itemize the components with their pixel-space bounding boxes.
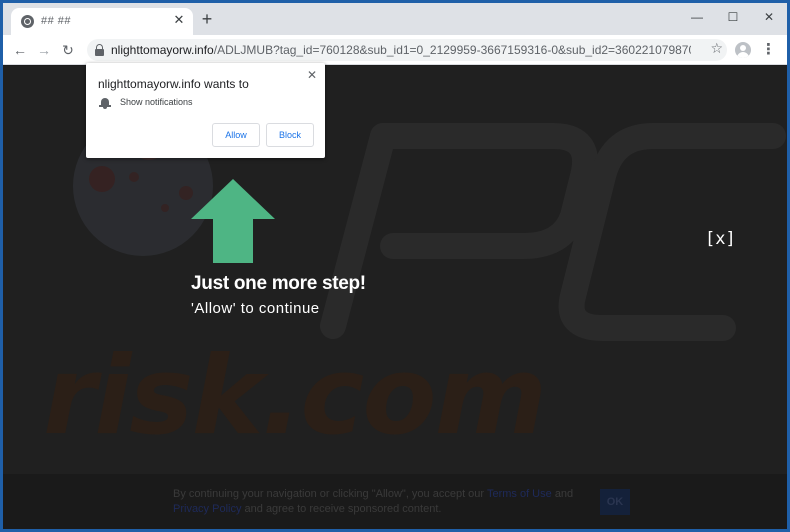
browser-tab[interactable]: ## ## ✕ bbox=[11, 8, 193, 35]
bookmark-star-icon[interactable]: ☆ bbox=[710, 40, 723, 57]
browser-window: ## ## ✕ + — ☐ ✕ ← → ↻ nlighttomayorw.inf… bbox=[3, 3, 787, 529]
watermark-text: risk.com bbox=[43, 334, 547, 459]
consent-footer: By continuing your navigation or clickin… bbox=[3, 474, 787, 529]
bell-icon bbox=[99, 97, 111, 109]
tab-close-icon[interactable]: ✕ bbox=[171, 12, 187, 28]
arrow-up-icon bbox=[191, 179, 275, 263]
popup-close-icon[interactable]: ✕ bbox=[305, 68, 319, 82]
permission-label: Show notifications bbox=[120, 97, 193, 107]
address-bar[interactable]: nlighttomayorw.info/ADLJMUB?tag_id=76012… bbox=[87, 39, 727, 61]
watermark-pc-logo bbox=[320, 123, 786, 341]
subline-text: 'Allow' to continue bbox=[191, 300, 320, 317]
footer-text: By continuing your navigation or clickin… bbox=[173, 487, 583, 517]
browser-toolbar: ← → ↻ nlighttomayorw.info/ADLJMUB?tag_id… bbox=[3, 35, 787, 65]
tab-strip: ## ## ✕ + — ☐ ✕ bbox=[3, 3, 787, 35]
globe-icon bbox=[21, 15, 34, 28]
headline-text: Just one more step! bbox=[191, 273, 366, 294]
url-path: /ADLJMUB?tag_id=760128&sub_id1=0_2129959… bbox=[213, 43, 691, 57]
allow-button[interactable]: Allow bbox=[212, 123, 260, 147]
url-domain: nlighttomayorw.info bbox=[111, 43, 214, 57]
footer-text-1: By continuing your navigation or clickin… bbox=[173, 488, 485, 500]
url-text[interactable]: nlighttomayorw.info/ADLJMUB?tag_id=76012… bbox=[111, 43, 691, 57]
block-button[interactable]: Block bbox=[266, 123, 314, 147]
footer-text-2: and bbox=[554, 488, 574, 500]
reload-button[interactable]: ↻ bbox=[59, 41, 77, 59]
tab-title: ## ## bbox=[41, 15, 72, 27]
notification-permission-popup: nlighttomayorw.info wants to ✕ Show noti… bbox=[86, 63, 325, 158]
close-window-button[interactable]: ✕ bbox=[759, 9, 779, 25]
privacy-link[interactable]: Privacy Policy bbox=[173, 503, 241, 515]
terms-link[interactable]: Terms of Use bbox=[487, 488, 552, 500]
maximize-button[interactable]: ☐ bbox=[723, 9, 743, 25]
footer-text-3: and agree to receive sponsored content. bbox=[244, 503, 442, 515]
profile-avatar-icon[interactable] bbox=[735, 42, 751, 58]
browser-menu-icon[interactable]: ⋮ bbox=[761, 41, 776, 59]
minimize-button[interactable]: — bbox=[687, 9, 707, 25]
lock-icon[interactable] bbox=[95, 44, 104, 56]
footer-ok-button[interactable]: OK bbox=[600, 489, 630, 515]
back-button[interactable]: ← bbox=[11, 41, 29, 59]
popup-title: nlighttomayorw.info wants to bbox=[98, 77, 249, 91]
new-tab-button[interactable]: + bbox=[199, 10, 215, 28]
forward-button[interactable]: → bbox=[35, 41, 53, 59]
close-overlay-button[interactable]: [x] bbox=[705, 229, 736, 249]
